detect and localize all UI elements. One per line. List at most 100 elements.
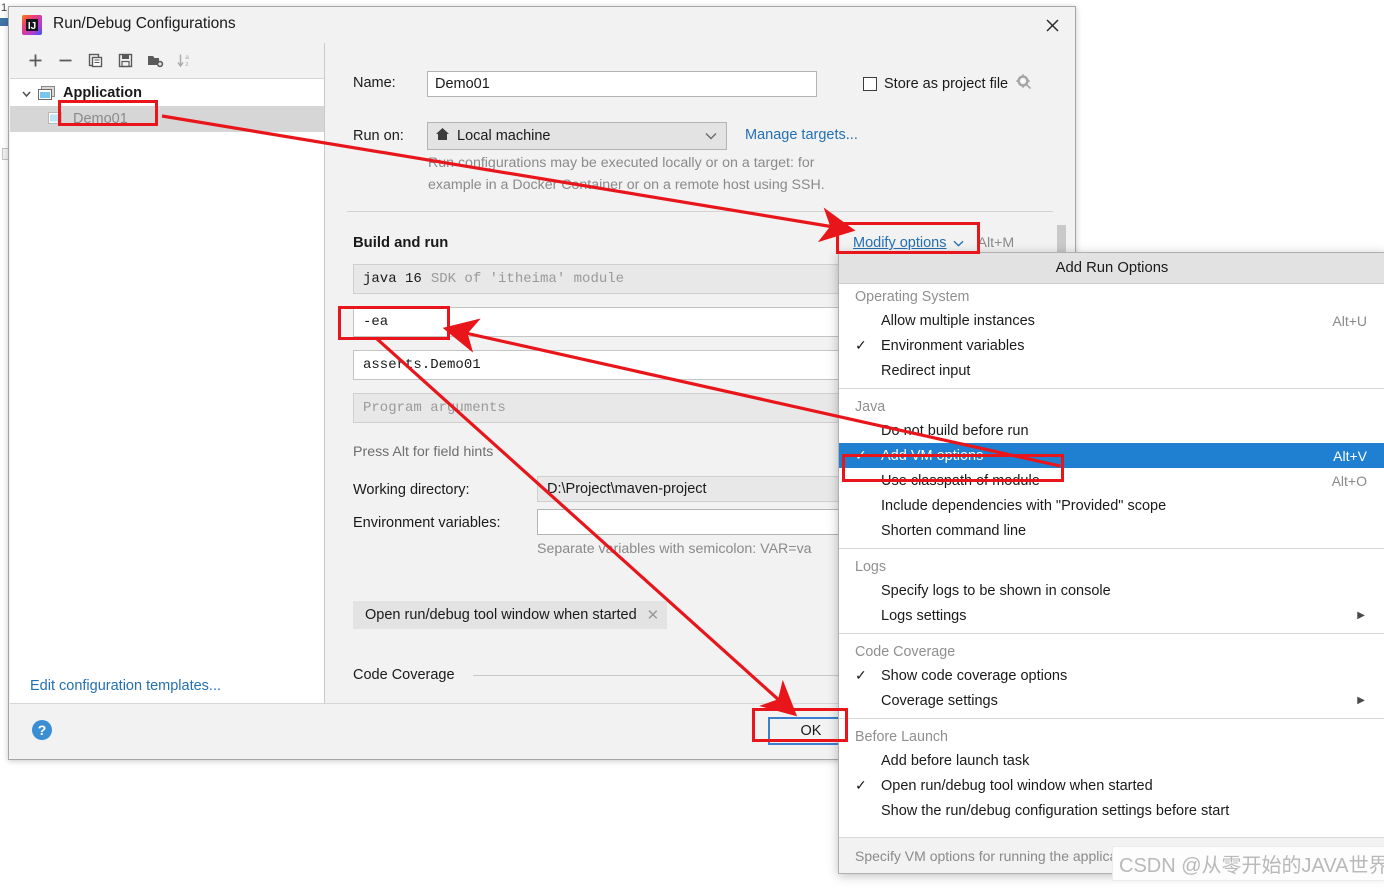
plus-icon[interactable] [20, 47, 50, 75]
menu-item-label: Show the run/debug configuration setting… [881, 802, 1230, 819]
menu-item-label: Include dependencies with "Provided" sco… [881, 497, 1167, 514]
configurations-left-panel: a z Application Demo01 Edit configuratio… [10, 43, 325, 703]
menu-item-label: Add before launch task [881, 752, 1030, 769]
environment-variables-hint: Separate variables with semicolon: VAR=v… [537, 541, 812, 557]
section-divider [347, 211, 1053, 212]
name-input[interactable]: Demo01 [427, 71, 817, 97]
menu-item-label: Allow multiple instances [881, 312, 1035, 329]
field-hints-text: Press Alt for field hints [353, 444, 494, 460]
menu-group-label: Before Launch [855, 729, 948, 745]
menu-item[interactable]: Shorten command line [839, 518, 1384, 543]
menu-group-label: Code Coverage [855, 644, 956, 660]
menu-item[interactable]: Allow multiple instances Alt+U [839, 308, 1384, 333]
gear-icon[interactable] [1016, 74, 1032, 94]
menu-item[interactable]: Specify logs to be shown in console [839, 578, 1384, 603]
checkmark-icon: ✓ [855, 777, 867, 793]
popup-title: Add Run Options [839, 253, 1384, 284]
dialog-titlebar: IJ Run/Debug Configurations [9, 7, 1075, 43]
menu-item[interactable]: ✓ Open run/debug tool window when started [839, 773, 1384, 798]
svg-text:a: a [185, 54, 189, 61]
menu-item-label: Environment variables [881, 337, 1025, 354]
checkmark-icon: ✓ [855, 667, 867, 683]
open-tool-window-chip[interactable]: Open run/debug tool window when started … [353, 601, 668, 629]
tree-group-label: Application [63, 85, 142, 101]
tree-group-application[interactable]: Application [10, 80, 324, 106]
run-on-value: Local machine [457, 128, 551, 144]
configurations-toolbar: a z [10, 43, 324, 79]
menu-item[interactable]: Logs settings ▶ [839, 603, 1384, 628]
menu-item[interactable]: Add before launch task [839, 748, 1384, 773]
menu-item[interactable]: Redirect input [839, 358, 1384, 383]
watermark: CSDN @从零开始的JAVA世界 [1112, 846, 1384, 881]
tree-item-demo01[interactable]: Demo01 [10, 106, 324, 132]
jdk-hint: SDK of 'itheima' module [430, 271, 625, 287]
save-icon[interactable] [110, 47, 140, 75]
run-on-combobox[interactable]: Local machine [427, 122, 727, 150]
run-on-row: Run on: [353, 128, 427, 144]
menu-item-label: Specify logs to be shown in console [881, 582, 1111, 599]
popup-menu-body: Operating System Allow multiple instances… [839, 284, 1384, 823]
build-and-run-title: Build and run [353, 235, 449, 251]
menu-item[interactable]: Use classpath of module Alt+O [839, 468, 1384, 493]
edit-configuration-templates-link[interactable]: Edit configuration templates... [30, 678, 221, 694]
menu-separator [839, 718, 1384, 719]
copy-icon[interactable] [80, 47, 110, 75]
menu-item-label: Open run/debug tool window when started [881, 777, 1153, 794]
help-icon[interactable]: ? [32, 720, 52, 740]
manage-targets-link[interactable]: Manage targets... [745, 127, 858, 143]
menu-item-label: Logs settings [881, 607, 967, 624]
menu-item-label: Do not build before run [881, 422, 1029, 439]
menu-item-label: Redirect input [881, 362, 971, 379]
menu-item-shortcut: Alt+V [1333, 447, 1367, 464]
menu-item[interactable]: Do not build before run [839, 418, 1384, 443]
application-icon [48, 111, 65, 127]
menu-item[interactable]: Show the run/debug configuration setting… [839, 798, 1384, 823]
chevron-down-icon[interactable] [18, 85, 34, 101]
menu-item[interactable]: ✓ Add VM options Alt+V [839, 443, 1384, 468]
chevron-right-icon[interactable]: ▶ [1357, 695, 1365, 706]
menu-item-label: Use classpath of module [881, 472, 1040, 489]
add-run-options-popup: Add Run Options Operating System Allow mu… [838, 252, 1384, 874]
menu-separator [839, 548, 1384, 549]
menu-item-label: Shorten command line [881, 522, 1027, 539]
open-tool-window-chip-label: Open run/debug tool window when started [365, 607, 637, 623]
svg-text:IJ: IJ [28, 21, 36, 32]
menu-group-label: Operating System [855, 289, 970, 305]
name-row: Name: [353, 75, 427, 91]
code-coverage-title: Code Coverage [353, 667, 455, 683]
menu-group-label: Java [855, 399, 886, 415]
menu-item-label: Show code coverage options [881, 667, 1068, 684]
menu-item[interactable]: Include dependencies with "Provided" sco… [839, 493, 1384, 518]
sort-az-icon[interactable]: a z [170, 47, 200, 75]
menu-item-shortcut: Alt+O [1331, 472, 1367, 489]
environment-variables-label: Environment variables: [353, 515, 501, 531]
store-as-project-file-row[interactable]: Store as project file [863, 74, 1032, 94]
name-label: Name: [353, 75, 396, 91]
store-as-project-file-checkbox[interactable] [863, 77, 877, 91]
menu-item[interactable]: ✓ Show code coverage options [839, 663, 1384, 688]
folder-add-icon[interactable] [140, 47, 170, 75]
checkmark-icon: ✓ [855, 337, 867, 353]
modify-options-link[interactable]: Modify options [853, 235, 947, 251]
tree-item-label: Demo01 [73, 111, 128, 127]
home-icon [435, 127, 450, 145]
chevron-right-icon[interactable]: ▶ [1357, 610, 1365, 621]
chevron-down-icon[interactable] [953, 234, 964, 252]
menu-item[interactable]: ✓ Environment variables [839, 333, 1384, 358]
run-on-label: Run on: [353, 128, 404, 144]
modify-options-row: Modify options Alt+M [853, 234, 1014, 252]
menu-item-label: Coverage settings [881, 692, 998, 709]
working-directory-label: Working directory: [353, 482, 470, 498]
menu-item-shortcut: Alt+U [1332, 312, 1367, 329]
checkmark-icon: ✓ [855, 447, 867, 463]
menu-item[interactable]: Coverage settings ▶ [839, 688, 1384, 713]
jdk-value: java 16 [363, 271, 422, 287]
modify-options-shortcut: Alt+M [977, 235, 1015, 251]
close-small-icon[interactable]: ✕ [647, 606, 660, 624]
intellij-idea-icon: IJ [22, 15, 42, 35]
close-icon[interactable] [1029, 7, 1075, 43]
minus-icon[interactable] [50, 47, 80, 75]
program-arguments-placeholder: Program arguments [363, 400, 506, 416]
chevron-down-icon[interactable] [705, 128, 717, 144]
menu-separator [839, 388, 1384, 389]
